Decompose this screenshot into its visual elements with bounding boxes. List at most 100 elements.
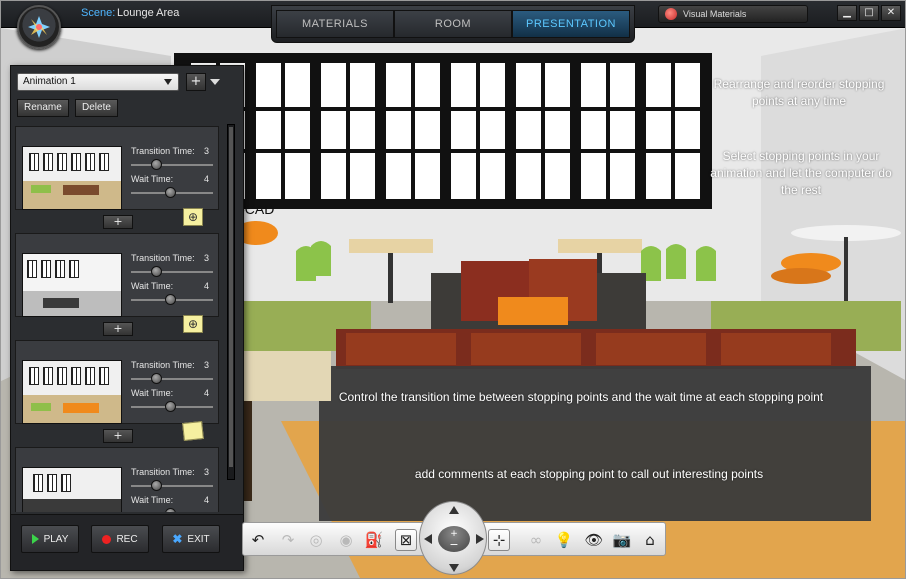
animation-select-value: Animation 1 bbox=[23, 76, 76, 87]
undo-icon[interactable]: ↶ bbox=[247, 529, 269, 551]
window-controls: ▁ □ ✕ bbox=[837, 5, 901, 21]
record-button[interactable]: REC bbox=[91, 525, 149, 553]
visual-materials-label: Visual Materials bbox=[683, 9, 747, 19]
close-button[interactable]: ✕ bbox=[881, 5, 901, 21]
home-icon[interactable]: ⌂ bbox=[639, 529, 661, 551]
stopping-point-2[interactable]: Transition Time: 3 Wait Time: 4 ⊕ + bbox=[15, 233, 227, 340]
add-stopping-point-button[interactable]: + bbox=[103, 215, 133, 229]
camera-icon[interactable]: 📷 bbox=[611, 529, 633, 551]
transition-time-value: 3 bbox=[204, 146, 210, 156]
rename-button[interactable]: Rename bbox=[17, 99, 69, 117]
slider-knob[interactable] bbox=[151, 480, 162, 491]
list-scrollbar[interactable] bbox=[227, 124, 235, 480]
link-icon[interactable]: ∞ bbox=[525, 529, 547, 551]
minimize-button[interactable]: ▁ bbox=[837, 5, 857, 21]
wait-time-label: Wait Time: bbox=[131, 174, 174, 184]
annotation-control: Control the transition time between stop… bbox=[338, 390, 824, 404]
slider-knob[interactable] bbox=[165, 187, 176, 198]
annotation-select: Select stopping points in your animation… bbox=[710, 149, 892, 197]
app-logo[interactable] bbox=[17, 5, 61, 49]
stopping-point-thumbnail[interactable] bbox=[22, 467, 122, 512]
slider-knob[interactable] bbox=[151, 266, 162, 277]
transition-time-slider[interactable] bbox=[131, 480, 213, 491]
delete-button[interactable]: Delete bbox=[75, 99, 118, 117]
rotate-icon[interactable]: ◉ bbox=[335, 529, 357, 551]
wait-time-slider[interactable] bbox=[131, 294, 213, 305]
view-icon[interactable]: 👁 bbox=[583, 529, 605, 551]
chevron-down-icon bbox=[164, 79, 172, 85]
slider-knob[interactable] bbox=[165, 401, 176, 412]
wait-time-label: Wait Time: bbox=[131, 495, 174, 505]
transition-time-label: Transition Time: bbox=[131, 360, 195, 370]
wait-time-value: 4 bbox=[204, 174, 210, 184]
play-button[interactable]: PLAY bbox=[21, 525, 79, 553]
transition-time-label: Transition Time: bbox=[131, 146, 195, 156]
maximize-button[interactable]: □ bbox=[859, 5, 879, 21]
logo-icon bbox=[28, 16, 50, 38]
slider-knob[interactable] bbox=[151, 373, 162, 384]
zoom-extents-icon[interactable]: ⊠ bbox=[395, 529, 417, 551]
navigation-wheel[interactable]: + − bbox=[419, 501, 487, 575]
tag-icon[interactable]: ⛽ bbox=[363, 529, 385, 551]
wait-time-label: Wait Time: bbox=[131, 281, 174, 291]
nav-arrows-icon bbox=[424, 506, 484, 572]
stopping-point-thumbnail[interactable] bbox=[22, 146, 122, 210]
playback-controls: PLAY REC ✖ EXIT bbox=[11, 514, 243, 570]
transition-time-label: Transition Time: bbox=[131, 253, 195, 263]
redo-icon[interactable]: ↷ bbox=[277, 529, 299, 551]
animation-select[interactable]: Animation 1 bbox=[17, 73, 179, 91]
app-window: Scene: Lounge Area Visual Materials ▁ □ … bbox=[0, 0, 906, 579]
panel-menu-icon[interactable] bbox=[210, 79, 220, 85]
stopping-point-4[interactable]: Transition Time: 3 Wait Time: 4 bbox=[15, 447, 227, 512]
wait-time-slider[interactable] bbox=[131, 187, 213, 198]
add-animation-button[interactable]: + bbox=[186, 73, 206, 91]
exit-label: EXIT bbox=[187, 533, 210, 545]
stopping-point-1[interactable]: Transition Time: 3 Wait Time: 4 ⊕ + bbox=[15, 126, 227, 233]
transition-time-slider[interactable] bbox=[131, 373, 213, 384]
scene-name: Lounge Area bbox=[117, 7, 180, 19]
visual-materials-icon bbox=[665, 8, 677, 20]
play-icon bbox=[31, 534, 39, 544]
transition-time-value: 3 bbox=[204, 253, 210, 263]
transition-time-value: 3 bbox=[204, 360, 210, 370]
record-icon bbox=[102, 534, 112, 544]
mode-tabs: MATERIALS ROOM PRESENTATION bbox=[271, 5, 635, 43]
stopping-point-thumbnail[interactable] bbox=[22, 253, 122, 317]
add-comment-button[interactable]: ⊕ bbox=[183, 315, 203, 333]
tab-room[interactable]: ROOM bbox=[394, 10, 512, 38]
scene-label: Scene: bbox=[81, 7, 116, 19]
light-icon[interactable]: 💡 bbox=[553, 529, 575, 551]
tab-materials[interactable]: MATERIALS bbox=[276, 10, 394, 38]
wait-time-slider[interactable] bbox=[131, 401, 213, 412]
slider-knob[interactable] bbox=[151, 159, 162, 170]
stopping-point-thumbnail[interactable] bbox=[22, 360, 122, 424]
record-label: REC bbox=[116, 533, 138, 545]
add-stopping-point-button[interactable]: + bbox=[103, 429, 133, 443]
exit-icon: ✖ bbox=[172, 532, 183, 546]
play-label: PLAY bbox=[43, 533, 69, 545]
tab-presentation[interactable]: PRESENTATION bbox=[512, 10, 630, 38]
wait-time-value: 4 bbox=[204, 388, 210, 398]
move-icon[interactable]: ◎ bbox=[305, 529, 327, 551]
slider-knob[interactable] bbox=[165, 508, 176, 512]
annotation-comments: add comments at each stopping point to c… bbox=[414, 467, 764, 481]
transition-time-value: 3 bbox=[204, 467, 210, 477]
slider-knob[interactable] bbox=[165, 294, 176, 305]
comment-note-icon[interactable] bbox=[182, 421, 204, 441]
wait-time-value: 4 bbox=[204, 281, 210, 291]
transition-time-slider[interactable] bbox=[131, 159, 213, 170]
add-stopping-point-button[interactable]: + bbox=[103, 322, 133, 336]
animation-panel: Animation 1 + Rename Delete Transition T… bbox=[10, 65, 244, 571]
visual-materials-button[interactable]: Visual Materials bbox=[658, 5, 808, 23]
scrollbar-thumb[interactable] bbox=[229, 127, 233, 467]
wait-time-label: Wait Time: bbox=[131, 388, 174, 398]
wait-time-value: 4 bbox=[204, 495, 210, 505]
add-comment-button[interactable]: ⊕ bbox=[183, 208, 203, 226]
annotation-reorder: Rearrange and reorder stopping points at… bbox=[713, 77, 885, 108]
fit-icon[interactable]: ⊹ bbox=[488, 529, 510, 551]
transition-time-label: Transition Time: bbox=[131, 467, 195, 477]
stopping-point-3[interactable]: Transition Time: 3 Wait Time: 4 + bbox=[15, 340, 227, 447]
stopping-point-list: Transition Time: 3 Wait Time: 4 ⊕ + Tran… bbox=[15, 126, 227, 512]
exit-button[interactable]: ✖ EXIT bbox=[162, 525, 220, 553]
transition-time-slider[interactable] bbox=[131, 266, 213, 277]
